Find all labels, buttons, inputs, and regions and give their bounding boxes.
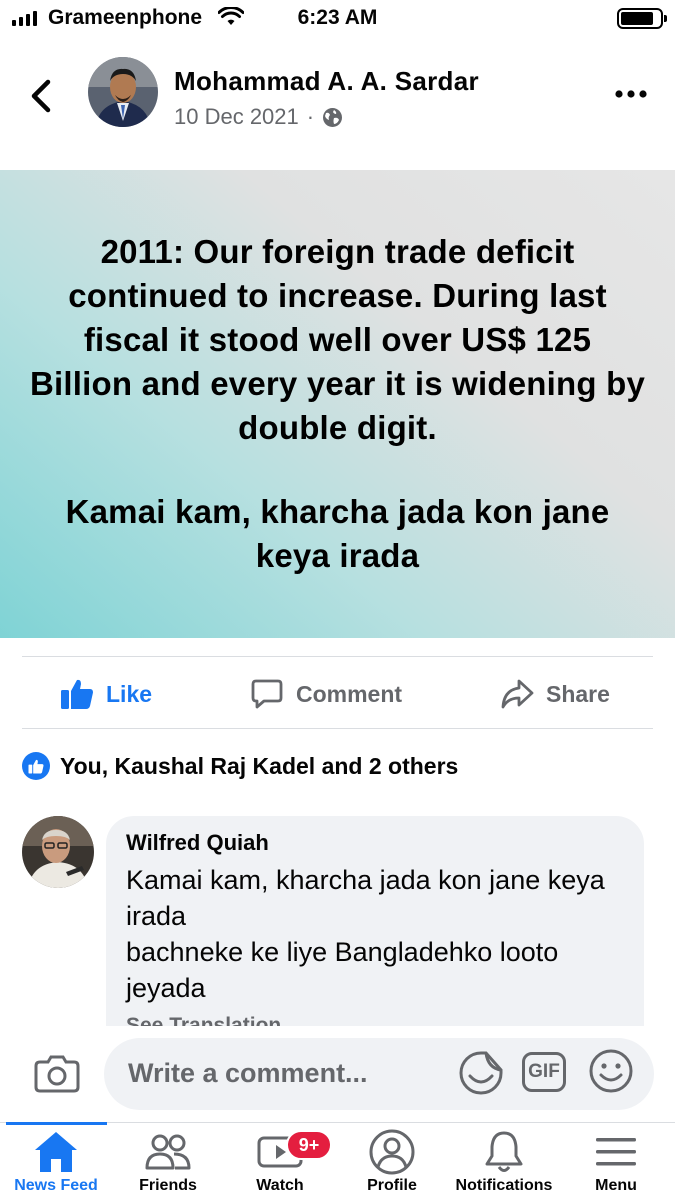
menu-icon (596, 1138, 636, 1166)
commenter-avatar[interactable] (22, 816, 94, 888)
post-meta: 10 Dec 2021 · (174, 104, 343, 130)
reactions-summary[interactable]: You, Kaushal Raj Kadel and 2 others (22, 752, 458, 780)
comment-composer: Write a comment... GIF (0, 1026, 675, 1122)
comment-label: Comment (296, 680, 403, 707)
home-icon (35, 1132, 77, 1172)
share-button[interactable]: Share (500, 674, 610, 714)
sticker-icon[interactable] (458, 1050, 504, 1096)
post-image-text-secondary: Kamai kam, kharcha jada kon jane keya ir… (65, 493, 610, 574)
share-label: Share (546, 680, 610, 707)
friends-icon (145, 1134, 191, 1170)
author-avatar[interactable] (88, 57, 158, 127)
tab-menu[interactable]: Menu (560, 1123, 672, 1200)
battery-icon (617, 8, 667, 29)
tab-bar: News Feed Friends 9+ Watch Profile Notif… (0, 1122, 675, 1200)
more-options-button[interactable] (614, 84, 648, 104)
post-author-name[interactable]: Mohammad A. A. Sardar (174, 66, 479, 97)
post-image-text: 2011: Our foreign trade deficit continue… (30, 233, 646, 446)
watch-notification-badge: 9+ (286, 1130, 332, 1160)
tab-notifications[interactable]: Notifications (448, 1123, 560, 1200)
like-reaction-icon (22, 752, 50, 780)
comment-icon (251, 679, 283, 709)
tab-profile[interactable]: Profile (336, 1123, 448, 1200)
tab-label: News Feed (14, 1177, 98, 1194)
clock: 6:23 AM (297, 6, 378, 29)
profile-icon (369, 1129, 415, 1175)
post-date[interactable]: 10 Dec 2021 (174, 104, 299, 130)
divider (22, 728, 653, 729)
comment-text-line: bachneke ke liye Bangladehko looto jeyad… (126, 937, 559, 1003)
tab-label: Menu (595, 1177, 637, 1194)
comment-button[interactable]: Comment (250, 674, 402, 714)
like-label: Like (106, 680, 153, 707)
comment-placeholder: Write a comment... (128, 1058, 368, 1088)
share-icon (501, 679, 534, 709)
thumbs-up-icon (61, 679, 93, 709)
gif-button[interactable]: GIF (522, 1052, 566, 1092)
divider (22, 656, 653, 657)
tab-news-feed[interactable]: News Feed (0, 1123, 112, 1200)
tab-label: Notifications (455, 1177, 553, 1194)
reactions-text: You, Kaushal Raj Kadel and 2 others (60, 752, 459, 779)
comment-input[interactable]: Write a comment... GIF (104, 1038, 654, 1110)
tab-watch[interactable]: 9+ Watch (224, 1123, 336, 1200)
comment-text: Kamai kam, kharcha jada kon jane keya ir… (126, 865, 605, 931)
meta-separator: · (306, 104, 315, 129)
emoji-icon[interactable] (588, 1048, 634, 1094)
tab-label: Profile (367, 1177, 417, 1194)
like-button[interactable]: Like (60, 674, 152, 714)
post-image[interactable]: 2011: Our foreign trade deficit continue… (0, 170, 675, 638)
comment-bubble[interactable]: Wilfred Quiah Kamai kam, kharcha jada ko… (106, 816, 644, 1056)
globe-icon (323, 107, 343, 127)
tab-label: Watch (256, 1177, 304, 1194)
camera-icon[interactable] (34, 1053, 80, 1093)
tab-friends[interactable]: Friends (112, 1123, 224, 1200)
back-button[interactable] (26, 76, 60, 116)
commenter-name[interactable]: Wilfred Quiah (126, 830, 624, 856)
status-bar: Grameenphone 6:23 AM (0, 0, 675, 38)
bell-icon (485, 1131, 523, 1172)
tab-label: Friends (139, 1177, 197, 1194)
